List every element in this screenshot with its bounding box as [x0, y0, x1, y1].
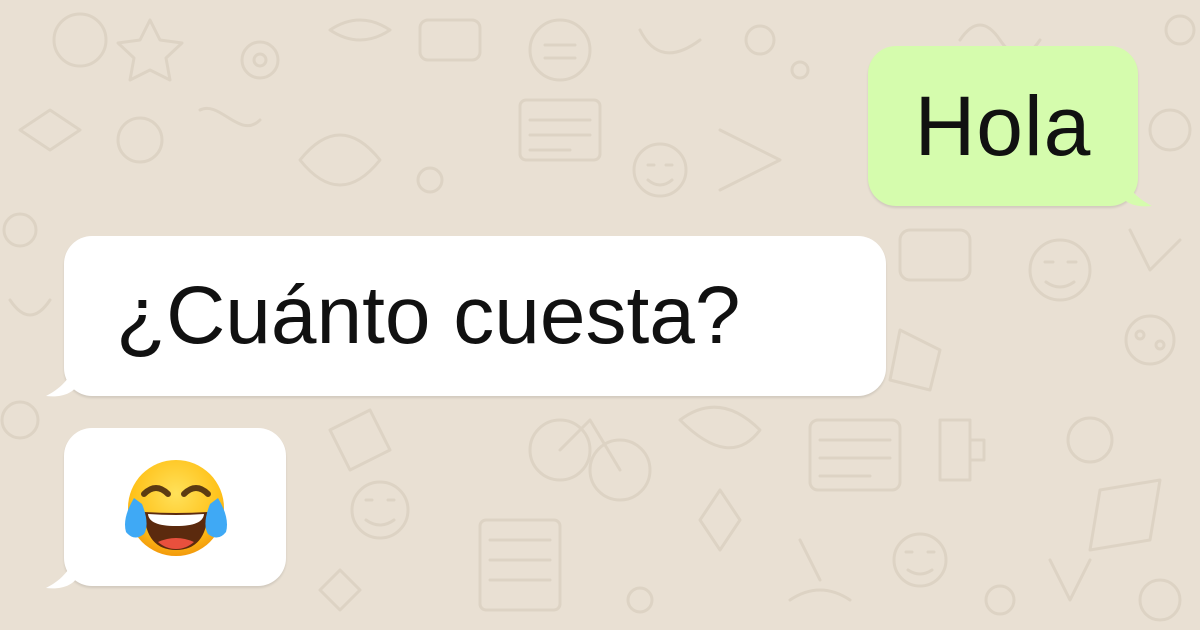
outgoing-message[interactable]: Hola [868, 46, 1138, 206]
message-text: Hola [914, 78, 1092, 173]
face-with-tears-of-joy-icon [125, 460, 227, 556]
incoming-message[interactable]: ¿Cuánto cuesta? [64, 236, 886, 396]
incoming-bubble-tail [46, 352, 78, 397]
incoming-bubble-tail [46, 544, 78, 589]
incoming-message[interactable] [64, 428, 286, 586]
outgoing-bubble-tail [1120, 162, 1152, 207]
message-text: ¿Cuánto cuesta? [116, 270, 741, 361]
